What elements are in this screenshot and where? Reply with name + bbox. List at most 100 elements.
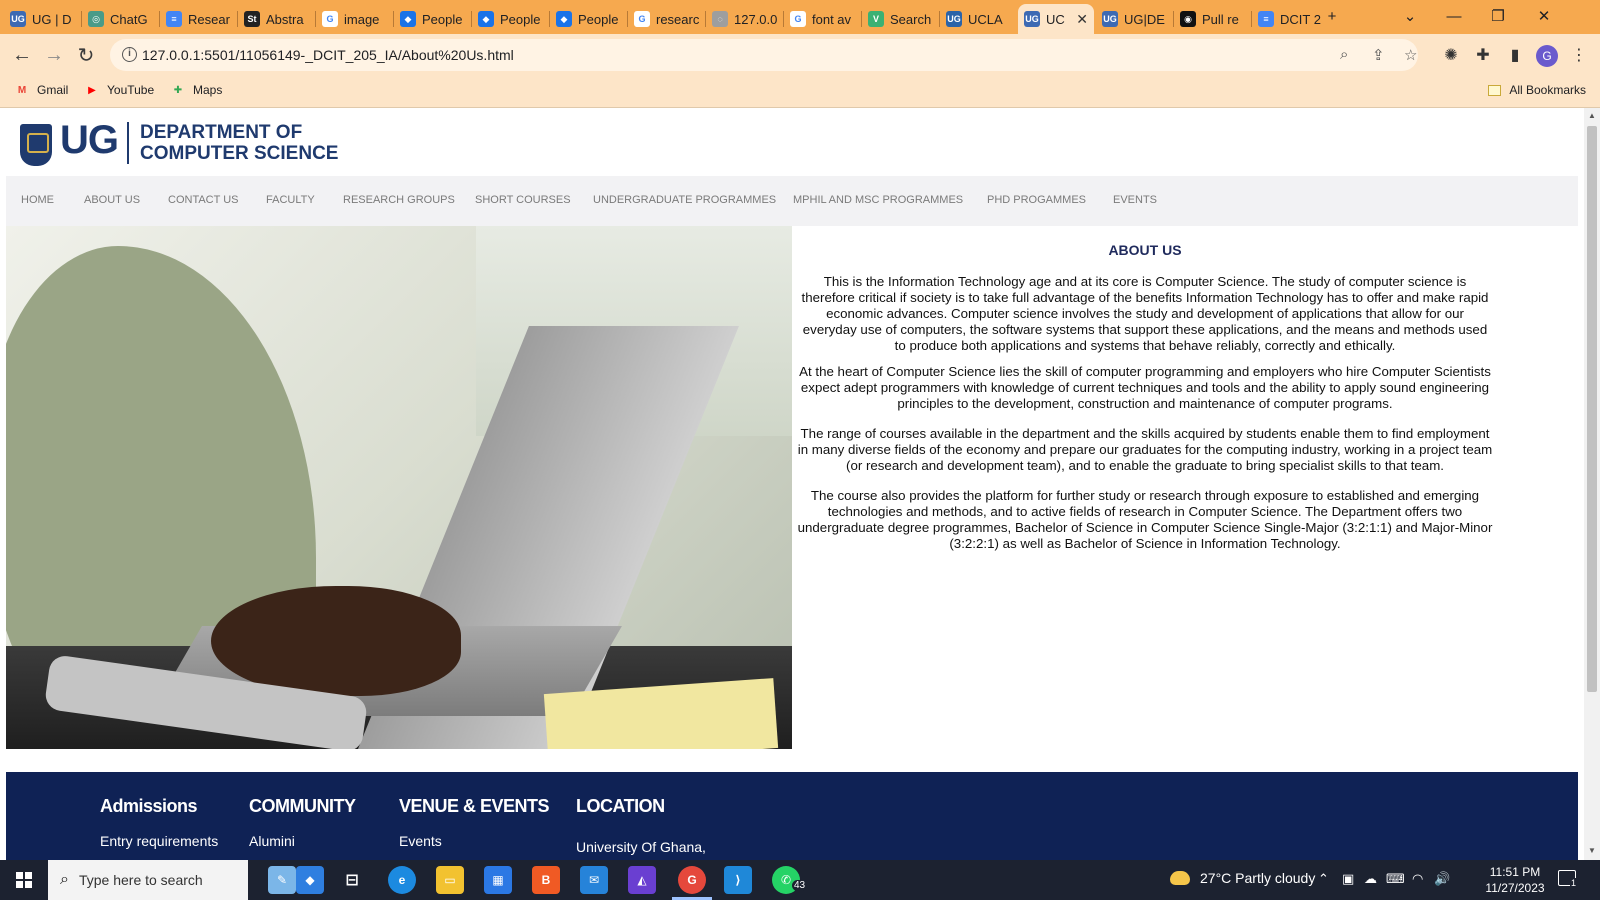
tab-label: UC [1046, 11, 1065, 27]
nav-about-us[interactable]: ABOUT US [84, 194, 140, 206]
footer-link[interactable]: Alumini [249, 833, 356, 849]
side-panel-icon[interactable]: ▮ [1504, 44, 1526, 66]
tab-label: People [578, 11, 619, 27]
all-bookmarks-button[interactable]: All Bookmarks [1488, 83, 1586, 97]
browser-tab[interactable]: Gfont av [784, 4, 860, 34]
university-crest-logo[interactable] [20, 124, 52, 166]
nav-research-groups[interactable]: RESEARCH GROUPS [343, 194, 455, 206]
browser-tab[interactable]: ◌ 127.0.0 [706, 4, 782, 34]
browser-tab[interactable]: ◆ People [394, 4, 470, 34]
nav-contact-us[interactable]: CONTACT US [168, 194, 239, 206]
bookmark-label: YouTube [107, 83, 155, 97]
clock-time: 11:51 PM [1489, 865, 1541, 879]
address-bar[interactable]: i 127.0.0.1:5501/11056149-_DCIT_205_IA/A… [110, 39, 1418, 71]
minimize-icon[interactable]: — [1434, 2, 1474, 30]
back-arrow-icon[interactable]: ← [8, 41, 36, 69]
nav-home[interactable]: HOME [21, 194, 54, 206]
browser-tab[interactable]: Gresearc [628, 4, 704, 34]
browser-tab[interactable]: UG UCLA [940, 4, 1016, 34]
browser-tab[interactable]: ◆ People [472, 4, 548, 34]
new-tab-button[interactable]: + [1312, 2, 1352, 30]
vscode-icon[interactable]: ⟩ [724, 866, 752, 894]
tab-search-chevron-icon[interactable]: ⌄ [1390, 2, 1430, 30]
tab-favicon-icon: UG [10, 11, 26, 27]
extension-bug-icon[interactable]: ✺ [1440, 44, 1462, 66]
url-text[interactable]: 127.0.0.1:5501/11056149-_DCIT_205_IA/Abo… [142, 47, 514, 63]
scroll-down-arrow-icon[interactable]: ▼ [1588, 846, 1596, 855]
brave-browser-icon[interactable]: B [532, 866, 560, 894]
scrollbar-thumb[interactable] [1587, 126, 1597, 692]
tray-meet-icon[interactable]: ▣ [1342, 871, 1354, 887]
tab-separator [627, 11, 628, 27]
microsoft-store-icon[interactable]: ▦ [484, 866, 512, 894]
chrome-icon[interactable]: G [678, 866, 706, 894]
tab-favicon-icon: G [634, 11, 650, 27]
browser-tab[interactable]: ≡ Resear [160, 4, 236, 34]
nav-short-courses[interactable]: SHORT COURSES [475, 194, 571, 206]
tray-onedrive-icon[interactable]: ☁ [1364, 871, 1377, 887]
task-view-icon[interactable]: ⊟ [338, 866, 366, 894]
tab-close-icon[interactable]: ✕ [1072, 11, 1088, 28]
visual-studio-icon[interactable]: ◭ [628, 866, 656, 894]
restore-icon[interactable]: ❐ [1478, 2, 1518, 30]
footer-link[interactable]: Events [399, 833, 549, 849]
search-highlight-icon[interactable]: ✎ [268, 866, 296, 894]
edge-icon[interactable]: e [388, 866, 416, 894]
department-title-line1: DEPARTMENT OF [140, 122, 303, 143]
tab-favicon-icon: ◎ [88, 11, 104, 27]
start-button[interactable] [0, 860, 48, 900]
file-explorer-icon[interactable]: ▭ [436, 866, 464, 894]
browser-tab[interactable]: St Abstra [238, 4, 314, 34]
tray-language-icon[interactable]: ⌨ [1386, 871, 1405, 887]
maps-icon: ✚ [173, 84, 183, 96]
footer-link[interactable]: Entry requirements [100, 833, 218, 849]
about-paragraph-line: The course also provides the platform fo… [810, 488, 1480, 503]
extensions-puzzle-icon[interactable]: ✚ [1472, 44, 1494, 66]
tab-separator [939, 11, 940, 27]
about-paragraph-line: principles to the development, construct… [897, 396, 1393, 411]
about-paragraph-line: (3:2:2:1) as well as Bachelor of Science… [949, 536, 1341, 551]
nav-faculty[interactable]: FACULTY [266, 194, 315, 206]
browser-tab[interactable]: UG UC ✕ [1018, 4, 1094, 34]
close-window-icon[interactable]: ✕ [1524, 2, 1564, 30]
browser-tab[interactable]: ◆ People [550, 4, 626, 34]
about-paragraph-line: (or research and development team), and … [846, 458, 1444, 473]
taskbar-clock[interactable]: 11:51 PM 11/27/2023 [1482, 864, 1548, 896]
bookmark-gmail[interactable]: M Gmail [14, 83, 69, 97]
browser-tab[interactable]: ◉ Pull re [1174, 4, 1250, 34]
tray-volume-icon[interactable]: 🔊 [1434, 871, 1450, 887]
browser-tab[interactable]: Gimage [316, 4, 392, 34]
nav-events[interactable]: EVENTS [1113, 194, 1157, 206]
browser-menu-icon[interactable]: ⋮ [1568, 44, 1590, 66]
department-title-line2: COMPUTER SCIENCE [140, 143, 339, 164]
page-scrollbar[interactable]: ▲ ▼ [1584, 108, 1600, 860]
logo-ug-text[interactable]: UG [60, 118, 119, 163]
nav-phd-progammes[interactable]: PHD PROGAMMES [987, 194, 1086, 206]
bookmark-youtube[interactable]: ▶ YouTube [84, 83, 154, 97]
tab-favicon-icon: ≡ [1258, 11, 1274, 27]
about-paragraph-line: technologies and methods, and to active … [827, 504, 1463, 519]
forward-arrow-icon[interactable]: → [40, 41, 68, 69]
profile-avatar[interactable]: G [1536, 45, 1558, 67]
browser-tab[interactable]: UG UG|DE [1096, 4, 1172, 34]
browser-tab[interactable]: ◎ ChatG [82, 4, 158, 34]
tray-wifi-icon[interactable]: ◠ [1412, 871, 1423, 887]
weather-widget[interactable]: 27°C Partly cloudy [1170, 870, 1315, 886]
tab-separator [549, 11, 550, 27]
nav-mphil-and-msc-programmes[interactable]: MPHIL AND MSC PROGRAMMES [793, 194, 963, 206]
browser-tab[interactable]: UG UG | D [4, 4, 80, 34]
footer-link[interactable]: University Of Ghana, [576, 839, 706, 855]
bookmark-star-icon[interactable]: ☆ [1404, 46, 1417, 64]
browser-tab[interactable]: V Search [862, 4, 938, 34]
mail-icon[interactable]: ✉ [580, 866, 608, 894]
share-icon[interactable]: ⇪ [1372, 46, 1385, 64]
nav-undergraduate-programmes[interactable]: UNDERGRADUATE PROGRAMMES [593, 194, 776, 206]
scroll-up-arrow-icon[interactable]: ▲ [1588, 111, 1596, 120]
widget-icon[interactable]: ◆ [296, 866, 324, 894]
bookmark-maps[interactable]: ✚ Maps [170, 83, 223, 97]
tray-chevron-up-icon[interactable]: ⌃ [1318, 871, 1329, 887]
taskbar-search-box[interactable]: ⌕ Type here to search [48, 860, 248, 900]
zoom-icon[interactable]: ⌕ [1340, 46, 1348, 63]
reload-icon[interactable]: ↻ [72, 41, 100, 69]
site-info-icon[interactable]: i [122, 47, 137, 62]
